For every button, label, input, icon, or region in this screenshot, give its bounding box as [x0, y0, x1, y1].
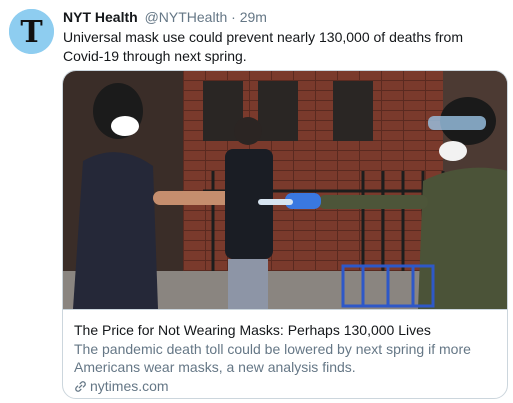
author-handle[interactable]: @NYTHealth — [145, 9, 228, 25]
card-domain-text[interactable]: nytimes.com — [90, 377, 169, 395]
tweet-time[interactable]: 29m — [240, 9, 267, 25]
header-separator: · — [231, 9, 236, 25]
card-image[interactable] — [63, 71, 507, 309]
article-photo — [63, 71, 507, 309]
card-title[interactable]: The Price for Not Wearing Masks: Perhaps… — [74, 321, 498, 339]
card-body: The Price for Not Wearing Masks: Perhaps… — [63, 309, 507, 398]
card-domain[interactable]: nytimes.com — [74, 377, 498, 395]
nyt-logo-glyph: T — [20, 15, 43, 50]
link-card[interactable]: The Price for Not Wearing Masks: Perhaps… — [62, 70, 508, 399]
avatar[interactable]: T — [9, 9, 54, 54]
nyt-logo-icon: T — [9, 9, 54, 54]
author-name[interactable]: NYT Health — [63, 9, 138, 25]
link-icon — [74, 380, 87, 393]
card-description: The pandemic death toll could be lowered… — [74, 341, 471, 375]
tweet-header: NYT Health @NYTHealth · 29m — [63, 9, 267, 26]
tweet-text: Universal mask use could prevent nearly … — [63, 29, 463, 64]
